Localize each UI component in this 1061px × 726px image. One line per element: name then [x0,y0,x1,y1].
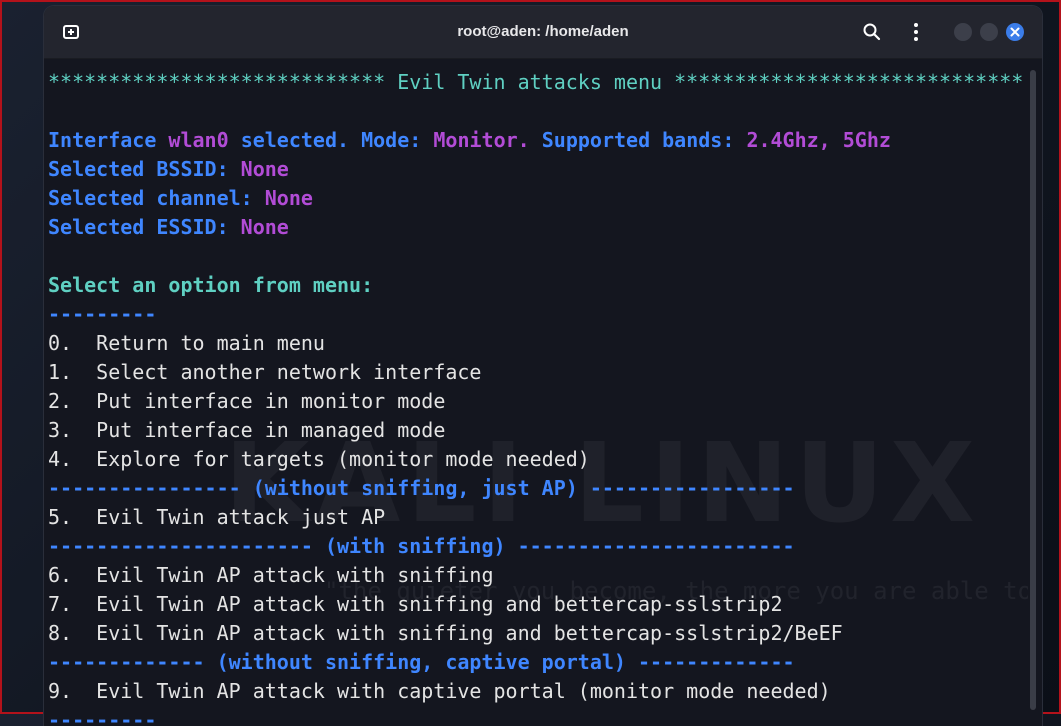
menu-option-5: 5. Evil Twin attack just AP [48,505,386,529]
bssid-value: None [240,157,289,181]
essid-value: None [240,215,289,239]
menu-option-4: 4. Explore for targets (monitor mode nee… [48,447,590,471]
scrollbar[interactable] [1030,70,1036,710]
iface-mid: selected. Mode: [240,128,422,152]
menu-option-7: 7. Evil Twin AP attack with sniffing and… [48,592,783,616]
bssid-line: Selected BSSID: None [48,155,289,184]
interface-line: Interface wlan0 selected. Mode: Monitor.… [48,126,891,155]
window-title: root@aden: /home/aden [457,23,629,40]
close-button[interactable] [1006,23,1024,41]
menu-option-0: 0. Return to main menu [48,331,325,355]
essid-line: Selected ESSID: None [48,213,289,242]
menu-option-2: 2. Put interface in monitor mode [48,389,446,413]
menu-option-3: 3. Put interface in managed mode [48,418,446,442]
iface-value: wlan0 [168,128,229,152]
menu-option-8: 8. Evil Twin AP attack with sniffing and… [48,621,843,645]
new-tab-icon[interactable] [61,22,81,42]
section-sniffing: ---------------------- (with sniffing) -… [48,534,795,558]
title-bar: root@aden: /home/aden [44,6,1042,59]
menu-option-1: 1. Select another network interface [48,360,482,384]
menu-option-6: 6. Evil Twin AP attack with sniffing [48,563,494,587]
essid-label: Selected ESSID: [48,215,229,239]
mode-value: Monitor. [433,128,530,152]
bands-label: Supported bands: [541,128,735,152]
iface-label: Interface [48,128,157,152]
bssid-label: Selected BSSID: [48,157,229,181]
maximize-button[interactable] [980,23,998,41]
close-icon [1010,27,1020,37]
menu-option-9: 9. Evil Twin AP attack with captive port… [48,679,831,703]
terminal-window: root@aden: /home/aden KALI LINUX "the qu… [44,6,1042,726]
channel-line: Selected channel: None [48,184,313,213]
menu-header: **************************** Evil Twin a… [48,70,1024,94]
search-icon[interactable] [862,22,882,42]
section-just-ap: ---------------- (without sniffing, just… [48,476,795,500]
channel-value: None [264,186,313,210]
terminal-output[interactable]: KALI LINUX "the quieter you become, the … [44,59,1028,726]
menu-prompt: Select an option from menu: [48,273,374,297]
section-captive-portal: ------------- (without sniffing, captive… [48,650,795,674]
channel-label: Selected channel: [48,186,253,210]
menu-divider-bottom: --------- [48,708,157,726]
bands-value: 2.4Ghz, 5Ghz [746,128,891,152]
minimize-button[interactable] [954,23,972,41]
kebab-menu-icon[interactable] [906,21,926,43]
menu-divider: --------- [48,302,157,326]
